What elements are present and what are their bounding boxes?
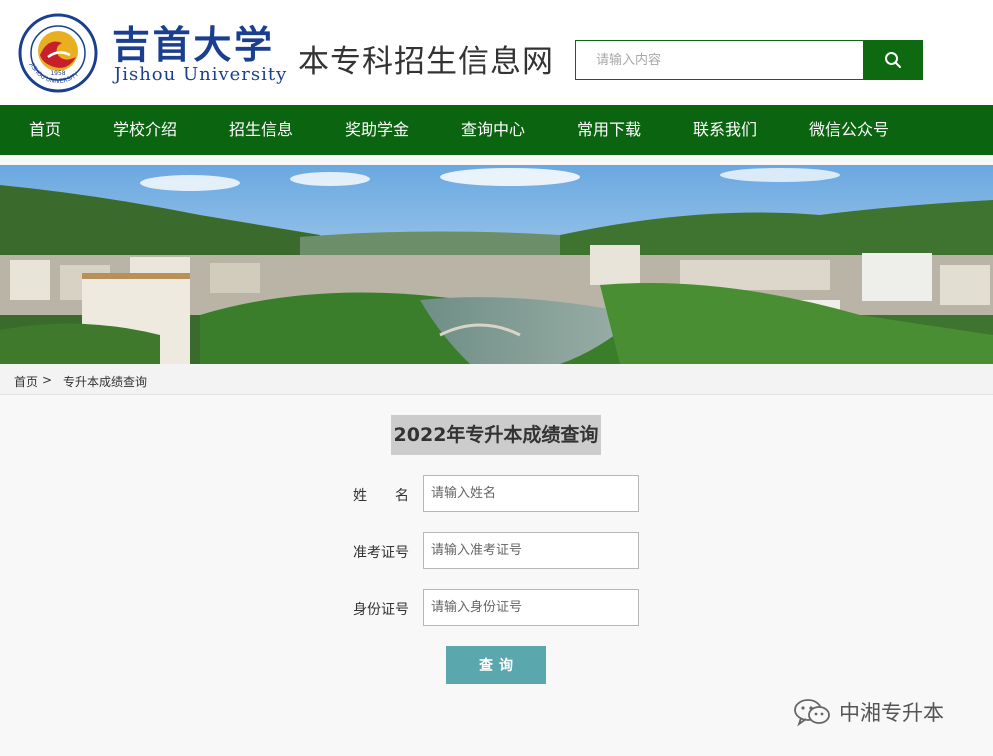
id-number-label: 身份证号 (353, 602, 409, 618)
main-nav: 首页 学校介绍 招生信息 奖助学金 查询中心 常用下载 联系我们 微信公众号 (0, 105, 993, 155)
query-submit-button[interactable]: 查询 (446, 646, 546, 684)
breadcrumb: 首页 > 专升本成绩查询 (0, 364, 993, 395)
nav-item-wechat[interactable]: 微信公众号 (809, 105, 889, 155)
name-label: 姓 名 (353, 488, 409, 504)
breadcrumb-current: 专升本成绩查询 (63, 375, 148, 389)
id-number-input[interactable] (423, 589, 639, 626)
page-title: 2022年专升本成绩查询 (391, 415, 601, 455)
breadcrumb-home-link[interactable]: 首页 (14, 373, 38, 390)
search-button[interactable] (863, 40, 923, 80)
nav-item-query-center[interactable]: 查询中心 (461, 105, 525, 155)
svg-text:吉首大学: 吉首大学 (112, 22, 274, 67)
wechat-watermark: 中湘专升本 (793, 694, 944, 730)
seal-year: 1958 (50, 70, 65, 77)
ticket-number-label: 准考证号 (353, 545, 409, 561)
watermark-text: 中湘专升本 (839, 701, 944, 725)
nav-item-downloads[interactable]: 常用下载 (577, 105, 641, 155)
nav-item-home[interactable]: 首页 (29, 105, 61, 155)
site-title: 本专科招生信息网 (298, 44, 554, 80)
wechat-icon (794, 699, 830, 727)
university-seal-logo[interactable]: 1958 JISHOU UNIVERSITY (18, 13, 98, 93)
header: 1958 JISHOU UNIVERSITY 吉首大学 Jishou Unive… (0, 0, 993, 105)
search-icon (885, 52, 901, 68)
nav-item-contact[interactable]: 联系我们 (693, 105, 757, 155)
search-input[interactable] (575, 40, 864, 80)
nav-item-scholarships[interactable]: 奖助学金 (345, 105, 409, 155)
ticket-number-input[interactable] (423, 532, 639, 569)
breadcrumb-separator: > (42, 373, 53, 387)
nav-item-school-intro[interactable]: 学校介绍 (113, 105, 177, 155)
name-input[interactable] (423, 475, 639, 512)
university-english-name: Jishou University (114, 64, 288, 85)
nav-item-admission-info[interactable]: 招生信息 (229, 105, 293, 155)
university-name-logo[interactable]: 吉首大学 (112, 18, 277, 68)
campus-banner-image (0, 165, 993, 364)
